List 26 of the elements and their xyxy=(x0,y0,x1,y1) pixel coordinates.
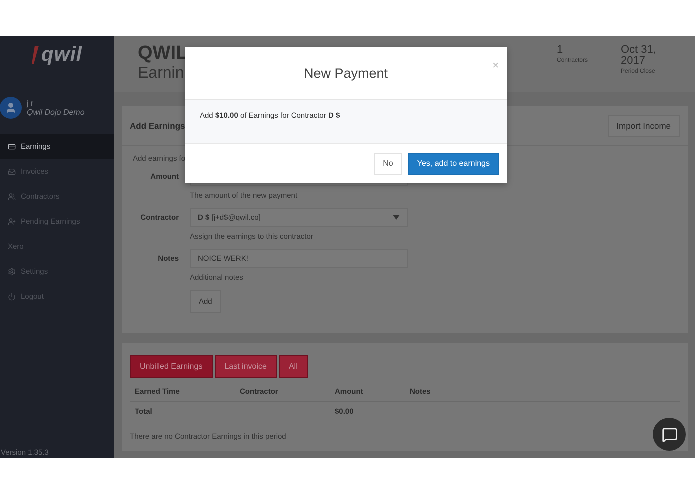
sidebar-item-icon xyxy=(8,268,16,276)
page-subtitle: Earnin xyxy=(138,64,184,83)
filter-tab[interactable]: Last invoice xyxy=(214,355,277,378)
user-name: j r xyxy=(27,99,35,108)
logo-wordmark: qwil xyxy=(42,44,82,66)
import-income-button[interactable]: Import Income xyxy=(608,114,680,136)
filter-tab[interactable]: All xyxy=(278,355,308,378)
logo-slash-icon xyxy=(32,46,40,64)
sidebar-item-icon xyxy=(8,168,16,176)
filter-tab[interactable]: Unbilled Earnings xyxy=(130,355,213,378)
card-title: Add Earnings xyxy=(130,120,186,130)
confirm-button[interactable]: Yes, add to earnings xyxy=(408,152,499,174)
chat-icon xyxy=(662,426,678,442)
stat-value: Oct 31, 2017 xyxy=(621,45,658,67)
organization-name: Qwil Dojo Demo xyxy=(27,108,85,117)
caret-icon xyxy=(393,215,400,220)
stat-value: 1 xyxy=(557,45,564,56)
cancel-button[interactable]: No xyxy=(374,152,402,174)
close-button[interactable]: × xyxy=(492,60,499,72)
sidebar-item-icon xyxy=(8,292,16,300)
sidebar-item-icon xyxy=(8,142,16,150)
dialog-title: New Payment xyxy=(304,66,388,80)
sidebar-item-icon xyxy=(8,192,16,200)
sidebar-item-icon xyxy=(8,218,16,226)
user-avatar-icon xyxy=(0,97,22,119)
page-title: QWIL xyxy=(138,44,188,64)
